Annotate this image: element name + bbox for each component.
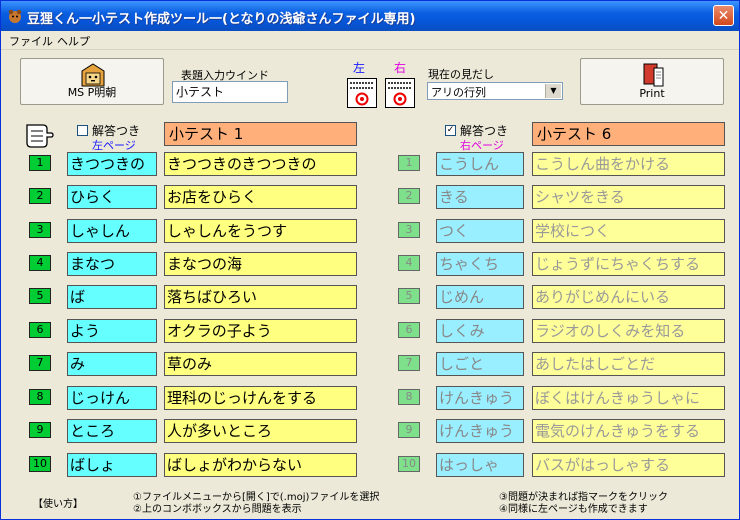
left-page-sheet-icon[interactable]	[347, 78, 377, 108]
left-row-sentence[interactable]: 落ちばひろい	[164, 285, 357, 309]
left-row-word[interactable]: ところ	[67, 419, 157, 443]
tanuki-app-icon	[8, 9, 22, 23]
left-row-word[interactable]: ばしょ	[67, 453, 157, 477]
right-row-sentence[interactable]: こうしん曲をかける	[532, 152, 725, 176]
left-page-label: 左ページ	[92, 139, 136, 152]
menu-bar: ファイル ヘルプ	[1, 31, 739, 50]
left-row-sentence[interactable]: ばしょがわからない	[164, 453, 357, 477]
right-row-word[interactable]: つく	[436, 219, 524, 243]
right-row-sentence[interactable]: ラジオのしくみを知る	[532, 319, 725, 343]
right-row-word[interactable]: けんきゅう	[436, 419, 524, 443]
right-row-number: 7	[398, 355, 420, 371]
right-row-word[interactable]: けんきゅう	[436, 386, 524, 410]
left-row-sentence[interactable]: しゃしんをうつす	[164, 219, 357, 243]
right-row-sentence[interactable]: 学校につく	[532, 219, 725, 243]
left-row-word[interactable]: きつつきの	[67, 152, 157, 176]
menu-help[interactable]: ヘルプ	[57, 33, 90, 49]
right-row-word[interactable]: しくみ	[436, 319, 524, 343]
right-label: 右	[394, 61, 407, 75]
right-row-number: 1	[398, 155, 420, 171]
print-button[interactable]: Print	[580, 58, 724, 105]
left-row-sentence[interactable]: 理科のじっけんをする	[164, 386, 357, 410]
print-button-label: Print	[639, 87, 665, 100]
window-title: 豆狸くん一小テスト作成ツール一(となりの浅爺さんファイル専用)	[27, 12, 416, 27]
usage-step-2: ②上のコンボボックスから問題を表示	[133, 504, 302, 515]
left-row-number: 6	[29, 322, 51, 338]
right-row-number: 8	[398, 389, 420, 405]
left-row-sentence[interactable]: きつつきのきつつきの	[164, 152, 357, 176]
right-row-number: 9	[398, 422, 420, 438]
left-row-number: 9	[29, 422, 51, 438]
right-row-sentence[interactable]: ぼくはけんきゅうしゃに	[532, 386, 725, 410]
font-button-label: MS P明朝	[67, 86, 117, 99]
heading-select-value: アリの行列	[431, 86, 486, 99]
left-row-sentence[interactable]: 草のみ	[164, 352, 357, 376]
right-row-word[interactable]: じめん	[436, 285, 524, 309]
left-test-title[interactable]: 小テスト 1	[164, 122, 357, 146]
menu-file[interactable]: ファイル	[9, 33, 53, 49]
right-row-word[interactable]: しごと	[436, 352, 524, 376]
left-row-word[interactable]: よう	[67, 319, 157, 343]
font-button[interactable]: MS P明朝	[20, 58, 164, 105]
title-bar[interactable]: 豆狸くん一小テスト作成ツール一(となりの浅爺さんファイル専用) ✕	[1, 1, 739, 31]
right-row-sentence[interactable]: シャツをきる	[532, 185, 725, 209]
left-row-number: 5	[29, 288, 51, 304]
left-row-word[interactable]: まなつ	[67, 252, 157, 276]
left-row-word[interactable]: ひらく	[67, 185, 157, 209]
right-row-number: 6	[398, 322, 420, 338]
right-answer-checkbox[interactable]: ✓	[445, 125, 456, 136]
left-row-number: 1	[29, 155, 51, 171]
left-row-sentence[interactable]: オクラの子よう	[164, 319, 357, 343]
left-row-number: 3	[29, 222, 51, 238]
finger-pointer-icon[interactable]	[23, 121, 55, 151]
right-row-number: 10	[398, 456, 420, 472]
left-row-number: 7	[29, 355, 51, 371]
right-row-number: 4	[398, 255, 420, 271]
right-row-word[interactable]: こうしん	[436, 152, 524, 176]
left-label: 左	[353, 61, 366, 75]
right-row-word[interactable]: はっしゃ	[436, 453, 524, 477]
usage-heading: 【使い方】	[33, 499, 83, 510]
left-row-word[interactable]: じっけん	[67, 386, 157, 410]
right-row-sentence[interactable]: ありがじめんにいる	[532, 285, 725, 309]
heading-select[interactable]: アリの行列 ▼	[427, 82, 563, 100]
right-page-label: 右ページ	[460, 139, 504, 152]
print-icon	[643, 63, 664, 87]
close-button[interactable]: ✕	[713, 5, 734, 26]
left-row-number: 4	[29, 255, 51, 271]
right-row-word[interactable]: ちゃくち	[436, 252, 524, 276]
left-row-number: 2	[29, 188, 51, 204]
right-row-number: 3	[398, 222, 420, 238]
left-row-sentence[interactable]: 人が多いところ	[164, 419, 357, 443]
right-row-sentence[interactable]: 電気のけんきゅうをする	[532, 419, 725, 443]
right-row-sentence[interactable]: じょうずにちゃくちする	[532, 252, 725, 276]
left-row-word[interactable]: ば	[67, 285, 157, 309]
right-row-number: 2	[398, 188, 420, 204]
left-row-number: 8	[29, 389, 51, 405]
usage-step-4: ④同様に左ページも作成できます	[499, 504, 648, 515]
right-row-number: 5	[398, 288, 420, 304]
right-test-title[interactable]: 小テスト 6	[532, 122, 725, 146]
left-row-sentence[interactable]: お店をひらく	[164, 185, 357, 209]
heading-label: 現在の見だし	[428, 68, 494, 81]
left-row-number: 10	[29, 456, 51, 472]
title-input[interactable]: 小テスト	[172, 81, 288, 103]
app-window: 豆狸くん一小テスト作成ツール一(となりの浅爺さんファイル専用) ✕ ファイル ヘ…	[0, 0, 740, 520]
right-page-sheet-icon[interactable]	[385, 78, 415, 108]
right-row-word[interactable]: きる	[436, 185, 524, 209]
left-answer-checkbox[interactable]	[77, 125, 88, 136]
left-row-word[interactable]: しゃしん	[67, 219, 157, 243]
left-row-sentence[interactable]: まなつの海	[164, 252, 357, 276]
left-row-word[interactable]: み	[67, 352, 157, 376]
right-row-sentence[interactable]: あしたはしごとだ	[532, 352, 725, 376]
chevron-down-icon[interactable]: ▼	[545, 84, 561, 98]
right-row-sentence[interactable]: バスがはっしゃする	[532, 453, 725, 477]
